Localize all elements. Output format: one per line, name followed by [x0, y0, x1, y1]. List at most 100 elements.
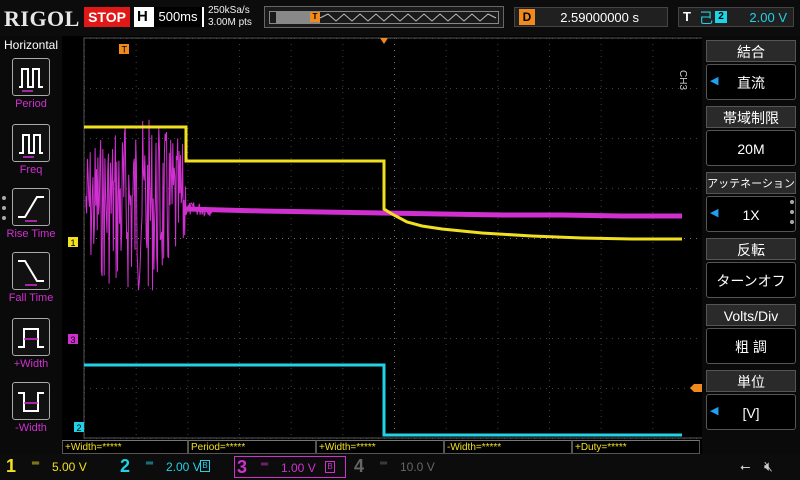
grid-dot	[342, 74, 344, 75]
run-stop-indicator[interactable]: STOP	[84, 7, 130, 27]
grid-dot	[162, 338, 163, 339]
measurement-item[interactable]: +Duty=*****	[572, 440, 700, 454]
menu-unit-value[interactable]: [V]	[706, 394, 796, 430]
menu-volts-div-value[interactable]: 粗 調	[706, 328, 796, 364]
grid-dot	[510, 88, 511, 89]
measure-neg-width-button[interactable]: -Width	[6, 382, 56, 444]
ch1-status[interactable]: 1 ═ 5.00 V	[6, 456, 112, 478]
measure-freq-button[interactable]: Freq	[6, 124, 56, 186]
grid-dot	[462, 188, 463, 189]
grid-dot	[652, 224, 654, 225]
ch4-status[interactable]: 4 ═ 10.0 V	[354, 456, 460, 478]
measure-period-button[interactable]: Period	[6, 58, 56, 120]
grid-dot	[549, 338, 550, 339]
grid-dot	[402, 288, 403, 289]
trigger-display[interactable]: T ⼰ 2 2.00 V	[678, 7, 794, 27]
grid-dot	[445, 260, 447, 261]
grid-dot	[600, 116, 602, 117]
grid-dot	[432, 188, 433, 189]
grid-dot	[135, 416, 137, 417]
grid-dot	[324, 338, 325, 339]
menu-attenuation[interactable]: アッテネーション 1X ◀	[706, 172, 796, 236]
grid-dot	[549, 380, 550, 381]
delay-display[interactable]: D 2.59000000 s	[514, 7, 668, 27]
grid-dot	[394, 182, 395, 183]
grid-dot	[660, 138, 661, 139]
measurement-item[interactable]: +Width=*****	[62, 440, 188, 454]
grid-dot	[576, 288, 577, 289]
grid-dot	[187, 260, 189, 261]
measure-pos-width-label: +Width	[13, 358, 49, 370]
ch2-status[interactable]: 2 ═ 2.00 V B	[120, 456, 226, 478]
waveform-display[interactable]: 1 3 2 T	[62, 36, 702, 440]
grid-dot	[549, 104, 550, 105]
grid-dot	[486, 338, 487, 339]
grid-dot	[652, 290, 654, 291]
grid-dot	[342, 88, 343, 89]
trigger-label: T	[683, 9, 691, 24]
measurement-item[interactable]: +Width=*****	[316, 440, 444, 454]
grid-dot	[135, 278, 137, 279]
grid-dot	[510, 288, 511, 289]
timebase-display[interactable]: H 500ms	[134, 7, 204, 27]
grid-dot	[497, 206, 499, 207]
grid-dot	[342, 128, 344, 129]
grid-dot	[497, 80, 499, 81]
speaker-mute-icon[interactable]: 🔇︎	[764, 458, 773, 475]
grid-dot	[312, 238, 313, 239]
grid-dot	[187, 362, 189, 363]
grid-dot	[652, 80, 654, 81]
trigger-position-marker[interactable]	[380, 38, 388, 44]
menu-coupling[interactable]: 結合 直流 ◀	[706, 40, 796, 104]
menu-attenuation-value[interactable]: 1X	[706, 196, 796, 232]
grid-dot	[378, 338, 379, 339]
grid-dot	[187, 380, 189, 381]
grid-dot	[394, 92, 395, 93]
menu-coupling-value[interactable]: 直流	[706, 64, 796, 100]
grid-dot	[186, 188, 187, 189]
grid-dot	[144, 388, 145, 389]
dc-coupling-icon: ═	[146, 458, 154, 469]
grid-dot	[342, 320, 344, 321]
timebase-value: 500ms	[154, 7, 202, 27]
grid-dot	[394, 248, 395, 249]
measurement-item[interactable]: -Width=*****	[444, 440, 572, 454]
timebase-label: H	[137, 8, 148, 25]
menu-volts-div[interactable]: Volts/Div 粗 調	[706, 304, 796, 368]
menu-invert[interactable]: 反転 ターンオフ	[706, 238, 796, 302]
trigger-level-marker[interactable]	[690, 384, 702, 392]
grid-dot	[187, 212, 189, 213]
grid-dot	[290, 236, 292, 237]
grid-dot	[135, 68, 137, 69]
menu-bandwidth-limit[interactable]: 帯域制限 20M	[706, 106, 796, 170]
grid-dot	[652, 368, 654, 369]
grid-dot	[239, 74, 240, 75]
grid-dot	[264, 88, 265, 89]
grid-dot	[366, 238, 367, 239]
top-status-bar: RIGOL STOP H 500ms 250kSa/s 3.00M pts T …	[0, 0, 800, 36]
grid-dot	[342, 164, 344, 165]
menu-bandwidth-value[interactable]: 20M	[706, 130, 796, 166]
grid-dot	[414, 388, 415, 389]
menu-unit[interactable]: 単位 [V] ◀	[706, 370, 796, 434]
grid-dot	[282, 238, 283, 239]
grid-dot	[384, 88, 385, 89]
measure-fall-time-button[interactable]: Fall Time	[6, 252, 56, 314]
menu-invert-value[interactable]: ターンオフ	[706, 262, 796, 298]
grid-dot	[216, 138, 217, 139]
grid-dot	[290, 344, 292, 345]
measure-rise-time-button[interactable]: Rise Time	[6, 188, 56, 250]
grid-dot	[445, 302, 447, 303]
grid-dot	[192, 138, 193, 139]
ch3-status[interactable]: 3 ═ 1.00 V B	[234, 456, 346, 478]
grid-dot	[282, 288, 283, 289]
grid-dot	[210, 188, 211, 189]
measurement-item[interactable]: Period=*****	[188, 440, 316, 454]
grid-dot	[624, 288, 625, 289]
grid-dot	[600, 356, 602, 357]
dc-coupling-icon: ═	[32, 458, 40, 469]
grid-dot	[549, 344, 550, 345]
measure-pos-width-button[interactable]: +Width	[6, 318, 56, 380]
grid-dot	[497, 236, 499, 237]
grid-dot	[576, 188, 577, 189]
